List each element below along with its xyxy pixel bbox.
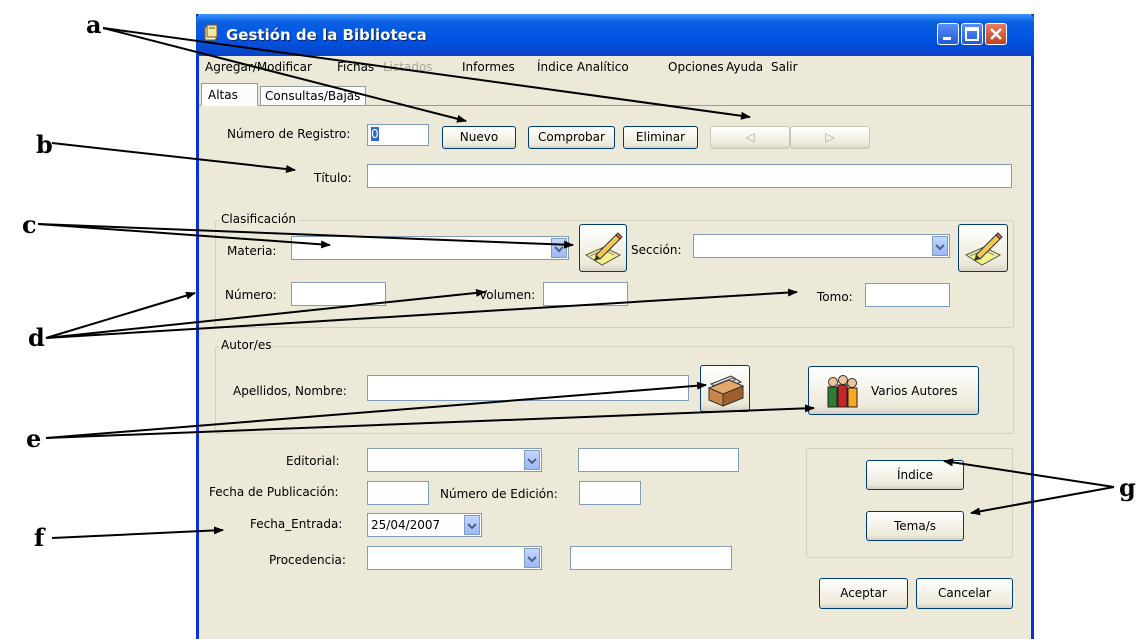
callout-e-arrow-1 (45, 381, 707, 439)
callout-c-arrow-2 (37, 223, 574, 249)
callout-e-arrow-2 (45, 404, 815, 439)
callout-b-arrow (51, 142, 296, 173)
callout-f-arrow (51, 526, 224, 539)
callout-b: b (36, 130, 53, 159)
callout-c: c (22, 210, 37, 239)
callout-g-arrow-1 (943, 458, 1115, 488)
callout-g: g (1119, 473, 1136, 502)
callout-d: d (28, 323, 45, 352)
callout-g-arrow-2 (970, 486, 1115, 516)
callout-e: e (26, 424, 42, 453)
callout-a: a (86, 10, 102, 39)
callout-d-arrow-1 (45, 291, 196, 339)
callout-arrows (37, 27, 1115, 539)
callout-f: f (34, 523, 45, 552)
callout-a-arrow-1 (102, 27, 467, 123)
callout-a-arrow-2 (102, 27, 751, 120)
